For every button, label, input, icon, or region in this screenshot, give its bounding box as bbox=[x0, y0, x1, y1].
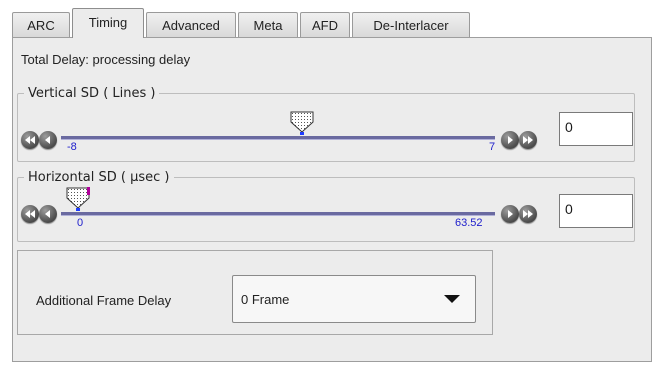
vertical-slider-thumb[interactable] bbox=[289, 110, 315, 135]
slider-thumb-icon bbox=[66, 187, 90, 211]
horizontal-step-forward-button[interactable] bbox=[501, 205, 519, 223]
horizontal-value-input[interactable]: 0 bbox=[559, 194, 633, 228]
tab-de-interlacer[interactable]: De-Interlacer bbox=[352, 12, 470, 37]
vertical-slider-track[interactable] bbox=[61, 136, 495, 140]
rewind-icon bbox=[25, 136, 35, 144]
frame-delay-select[interactable]: 0 Frame bbox=[232, 275, 476, 323]
slider-thumb-icon bbox=[290, 111, 314, 135]
vertical-step-back-button[interactable] bbox=[39, 131, 57, 149]
vertical-max-label: 7 bbox=[489, 141, 496, 153]
total-delay-label: Total Delay: processing delay bbox=[21, 52, 191, 67]
horizontal-slider-track[interactable] bbox=[61, 212, 495, 216]
vertical-sd-group: Vertical SD ( Lines ) bbox=[17, 86, 635, 162]
timing-panel: Total Delay: processing delay Vertical S… bbox=[12, 37, 652, 362]
step-forward-icon bbox=[508, 210, 513, 218]
vertical-sd-legend: Vertical SD ( Lines ) bbox=[28, 86, 156, 101]
vertical-step-forward-button[interactable] bbox=[501, 131, 519, 149]
horizontal-sd-group: Horizontal SD ( µsec ) bbox=[17, 170, 635, 242]
frame-delay-selected-value: 0 Frame bbox=[241, 292, 290, 307]
frame-delay-group: Additional Frame Delay 0 Frame bbox=[17, 250, 493, 335]
vertical-jump-start-button[interactable] bbox=[21, 131, 39, 149]
dropdown-arrow-icon bbox=[444, 295, 460, 303]
frame-delay-label: Additional Frame Delay bbox=[36, 293, 172, 308]
tab-arc[interactable]: ARC bbox=[12, 12, 70, 37]
horizontal-max-label: 63.52 bbox=[455, 217, 483, 229]
tab-afd[interactable]: AFD bbox=[300, 12, 350, 37]
horizontal-slider-thumb[interactable] bbox=[65, 186, 91, 211]
step-back-icon bbox=[45, 210, 50, 218]
tab-bar: ARC Timing Advanced Meta AFD De-Interlac… bbox=[12, 8, 652, 38]
vertical-min-label: -8 bbox=[67, 141, 77, 153]
horizontal-jump-end-button[interactable] bbox=[519, 205, 537, 223]
vertical-jump-end-button[interactable] bbox=[519, 131, 537, 149]
tab-advanced[interactable]: Advanced bbox=[146, 12, 236, 37]
vertical-value-input[interactable]: 0 bbox=[559, 112, 633, 146]
horizontal-step-back-button[interactable] bbox=[39, 205, 57, 223]
fast-forward-icon bbox=[523, 136, 533, 144]
step-forward-icon bbox=[508, 136, 513, 144]
tab-meta[interactable]: Meta bbox=[238, 12, 298, 37]
horizontal-sd-legend: Horizontal SD ( µsec ) bbox=[28, 170, 170, 185]
fast-forward-icon bbox=[523, 210, 533, 218]
step-back-icon bbox=[45, 136, 50, 144]
horizontal-jump-start-button[interactable] bbox=[21, 205, 39, 223]
horizontal-min-label: 0 bbox=[77, 217, 84, 229]
rewind-icon bbox=[25, 210, 35, 218]
tab-timing[interactable]: Timing bbox=[72, 8, 144, 38]
